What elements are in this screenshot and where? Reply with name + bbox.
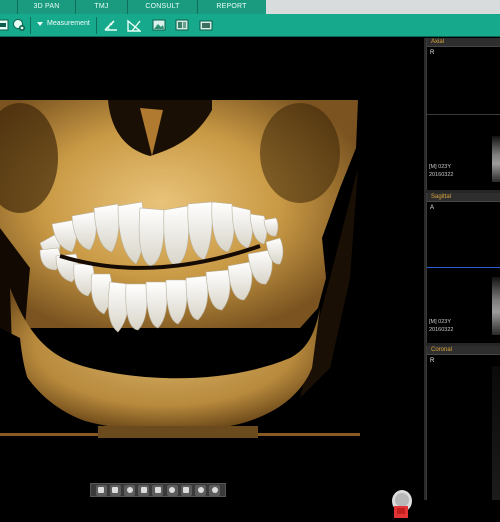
select-tool-button[interactable] — [95, 484, 107, 496]
tab-3d-pan[interactable]: 3D PAN — [18, 0, 76, 14]
top-tab-strip: 3D PAN TMJ CONSULT REPORT — [0, 0, 500, 14]
axial-slice-image — [492, 136, 500, 182]
main-toolbar: Measurement — [0, 14, 500, 37]
orientation-head-icon[interactable] — [388, 488, 416, 522]
measurement-menu[interactable]: Measurement — [47, 20, 90, 27]
coronal-panel-title[interactable]: Coronal — [427, 346, 500, 355]
sagittal-panel[interactable]: Sagittal A [M] 023Y 20160322 — [426, 193, 500, 343]
capture-icon[interactable] — [199, 18, 213, 32]
render-tools-toolbar — [90, 483, 226, 497]
axial-study-date: 20160322 — [429, 172, 454, 178]
ruler-measure-icon[interactable] — [127, 18, 141, 32]
coronal-orientation-label: R — [430, 358, 435, 364]
axial-orientation-label: R — [430, 50, 435, 56]
chevron-down-icon[interactable] — [37, 22, 43, 26]
sagittal-slice-image — [492, 277, 500, 335]
light-tool-button[interactable] — [166, 484, 178, 496]
sagittal-patient-info: [M] 023Y — [429, 319, 452, 325]
coronal-slice-image — [492, 366, 500, 500]
axial-crosshair-line[interactable] — [427, 114, 500, 115]
module-tabs: 3D PAN TMJ CONSULT REPORT — [0, 0, 266, 14]
zoom-tool-button[interactable] — [138, 484, 150, 496]
volume-render-viewport[interactable] — [0, 38, 424, 518]
image-icon[interactable] — [152, 18, 166, 32]
axial-panel[interactable]: Axial R [M] 023Y 20160322 — [426, 38, 500, 190]
tab-report[interactable]: REPORT — [198, 0, 265, 14]
gallery-icon[interactable] — [175, 18, 189, 32]
coronal-panel[interactable]: Coronal R — [426, 346, 500, 500]
axial-panel-title[interactable]: Axial — [427, 38, 500, 47]
sagittal-study-date: 20160322 — [429, 327, 454, 333]
color-tool-button[interactable] — [195, 484, 207, 496]
angle-measure-icon[interactable] — [104, 18, 118, 32]
reset-view-button[interactable] — [209, 484, 221, 496]
rotate-tool-button[interactable] — [124, 484, 136, 496]
skull-3d-render — [0, 100, 360, 438]
pan-tool-button[interactable] — [109, 484, 121, 496]
axial-patient-info: [M] 023Y — [429, 164, 452, 170]
tab-tmj[interactable]: TMJ — [76, 0, 128, 14]
opacity-tool-button[interactable] — [180, 484, 192, 496]
toolbar-separator — [30, 17, 31, 34]
face-scan-icon[interactable] — [12, 18, 26, 32]
sagittal-crosshair-line[interactable] — [427, 267, 500, 268]
sagittal-orientation-label: A — [430, 205, 435, 211]
image-settings-icon[interactable] — [0, 18, 10, 32]
sculpt-tool-button[interactable] — [152, 484, 164, 496]
sagittal-panel-title[interactable]: Sagittal — [427, 193, 500, 202]
tab-home[interactable] — [0, 0, 18, 14]
toolbar-separator — [96, 17, 97, 34]
tab-consult[interactable]: CONSULT — [128, 0, 198, 14]
